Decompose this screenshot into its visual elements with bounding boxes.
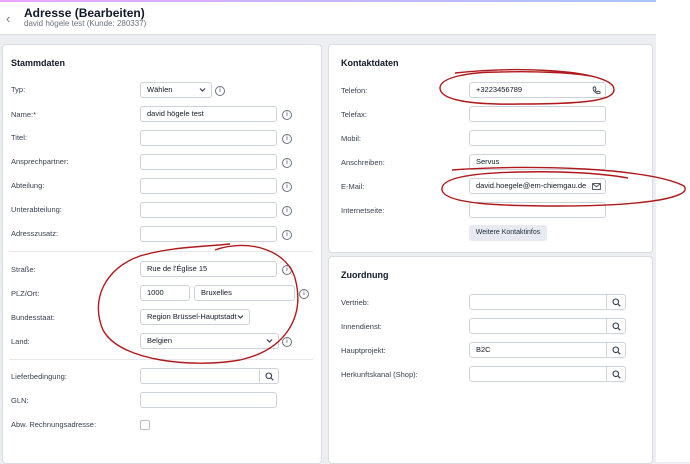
annotation-loop-address: [97, 243, 299, 364]
annotation-loop-phone: [439, 68, 615, 105]
annotation-overlay: [97, 68, 686, 364]
annotation-loop-email: [441, 166, 686, 207]
